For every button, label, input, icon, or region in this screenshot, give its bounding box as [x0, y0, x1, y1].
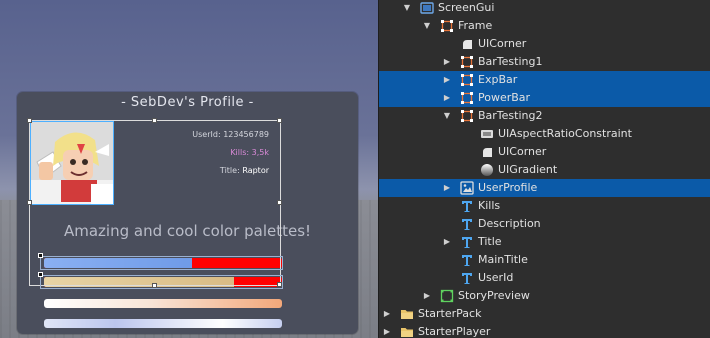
uicorner-icon	[460, 37, 474, 51]
explorer-row-label: Kills	[478, 199, 501, 212]
explorer-row-uiaspectratioconstraint[interactable]: UIAspectRatioConstraint	[379, 125, 710, 143]
explorer-row-label: Title	[478, 235, 502, 248]
expand-arrow-icon[interactable]: ▶	[382, 305, 392, 323]
resize-handle[interactable]	[27, 118, 32, 123]
explorer-row-label: MainTitle	[478, 253, 528, 266]
explorer-row-label: BarTesting2	[478, 109, 543, 122]
expand-arrow-icon[interactable]: ▶	[442, 71, 452, 89]
explorer-row-label: StarterPlayer	[418, 325, 491, 338]
frame-icon	[460, 91, 474, 105]
explorer-row-label: ExpBar	[478, 73, 518, 86]
resize-handle[interactable]	[277, 200, 282, 205]
explorer-row-starterpack[interactable]: ▶ StarterPack	[379, 305, 710, 323]
exp-bar[interactable]	[44, 258, 282, 268]
explorer-row-frame[interactable]: ▼ Frame	[379, 17, 710, 35]
explorer-row-label: PowerBar	[478, 91, 531, 104]
explorer-row-label: UIAspectRatioConstraint	[498, 127, 632, 140]
exp-bar-fill	[44, 258, 192, 268]
explorer-row-uigradient[interactable]: UIGradient	[379, 161, 710, 179]
folder-icon	[400, 325, 414, 338]
imagelabel-icon	[460, 181, 474, 195]
explorer-row-storypreview[interactable]: ▶ StoryPreview	[379, 287, 710, 305]
resize-handle[interactable]	[277, 282, 282, 287]
aspect-ratio-icon	[480, 127, 494, 141]
explorer-row-label: StarterPack	[418, 307, 482, 320]
title-prefix: Title:	[219, 166, 243, 175]
folder-icon	[400, 307, 414, 321]
anchor-handle[interactable]	[38, 253, 43, 258]
explorer-row-label: Description	[478, 217, 541, 230]
power-bar-fill	[44, 277, 235, 287]
explorer-row-expbar[interactable]: ▶ ExpBar	[379, 71, 710, 89]
textlabel-icon	[460, 199, 474, 213]
explorer-row-label: StoryPreview	[458, 289, 530, 302]
screengui-icon	[420, 1, 434, 15]
textlabel-icon	[460, 217, 474, 231]
explorer-row-label: UIGradient	[498, 163, 558, 176]
expand-arrow-icon[interactable]: ▶	[442, 89, 452, 107]
resize-handle[interactable]	[27, 200, 32, 205]
explorer-row-label: Frame	[458, 19, 493, 32]
explorer-row-bartesting2[interactable]: ▼ BarTesting2	[379, 107, 710, 125]
explorer-row-userid[interactable]: UserId	[379, 269, 710, 287]
uicorner-icon	[480, 145, 494, 159]
explorer-panel[interactable]: ▼ ScreenGui ▼ Frame UICorner ▶ BarTesting1 ▶ Exp…	[378, 0, 710, 338]
collapse-arrow-icon[interactable]: ▼	[422, 17, 432, 35]
expand-arrow-icon[interactable]: ▶	[382, 323, 392, 338]
explorer-row-label: ScreenGui	[438, 1, 495, 14]
expand-arrow-icon[interactable]: ▶	[442, 233, 452, 251]
profile-main-title: - SebDev's Profile -	[121, 95, 254, 110]
explorer-row-label: UserId	[478, 271, 514, 284]
expand-arrow-icon[interactable]: ▶	[422, 287, 432, 305]
storypreview-icon	[440, 289, 454, 303]
game-viewport[interactable]: - SebDev's Profile - UserId: 123456789 K…	[0, 0, 378, 338]
bar-testing2[interactable]	[44, 319, 282, 328]
explorer-row-label: UICorner	[498, 145, 547, 158]
textlabel-icon	[460, 253, 474, 267]
textlabel-icon	[460, 271, 474, 285]
explorer-row-label: UICorner	[478, 37, 527, 50]
explorer-row-uicorner[interactable]: UICorner	[379, 143, 710, 161]
frame-icon	[460, 109, 474, 123]
title-label: Title: Raptor	[220, 166, 269, 175]
explorer-row-bartesting1[interactable]: ▶ BarTesting1	[379, 53, 710, 71]
explorer-row-starterplayer[interactable]: ▶ StarterPlayer	[379, 323, 710, 338]
description-label: Amazing and cool color palettes!	[63, 222, 312, 240]
explorer-row-title[interactable]: ▶ Title	[379, 233, 710, 251]
avatar-image	[31, 122, 113, 204]
explorer-row-maintitle[interactable]: MainTitle	[379, 251, 710, 269]
anchor-handle[interactable]	[38, 272, 43, 277]
explorer-row-userprofile[interactable]: ▶ UserProfile	[379, 179, 710, 197]
explorer-row-label: BarTesting1	[478, 55, 543, 68]
frame-icon	[460, 55, 474, 69]
bar-testing1[interactable]	[44, 299, 282, 308]
explorer-row-kills[interactable]: Kills	[379, 197, 710, 215]
expand-arrow-icon[interactable]: ▶	[442, 179, 452, 197]
gradient-icon	[480, 163, 494, 177]
expand-arrow-icon[interactable]: ▶	[442, 53, 452, 71]
user-profile-avatar[interactable]	[30, 121, 114, 205]
frame-icon	[440, 19, 454, 33]
resize-handle[interactable]	[152, 118, 157, 123]
title-value: Raptor	[242, 166, 269, 175]
resize-handle[interactable]	[152, 283, 157, 288]
explorer-row-powerbar[interactable]: ▶ PowerBar	[379, 89, 710, 107]
kills-label: Kills: 3,5k	[230, 148, 269, 157]
explorer-row-description[interactable]: Description	[379, 215, 710, 233]
power-bar[interactable]	[44, 277, 282, 287]
userid-label: UserId: 123456789	[192, 130, 269, 139]
explorer-row-uicorner[interactable]: UICorner	[379, 35, 710, 53]
collapse-arrow-icon[interactable]: ▼	[442, 107, 452, 125]
explorer-row-label: UserProfile	[478, 181, 538, 194]
collapse-arrow-icon[interactable]: ▼	[402, 0, 412, 17]
textlabel-icon	[460, 235, 474, 249]
frame-icon	[460, 73, 474, 87]
resize-handle[interactable]	[277, 118, 282, 123]
explorer-row-screengui[interactable]: ▼ ScreenGui	[379, 0, 710, 17]
